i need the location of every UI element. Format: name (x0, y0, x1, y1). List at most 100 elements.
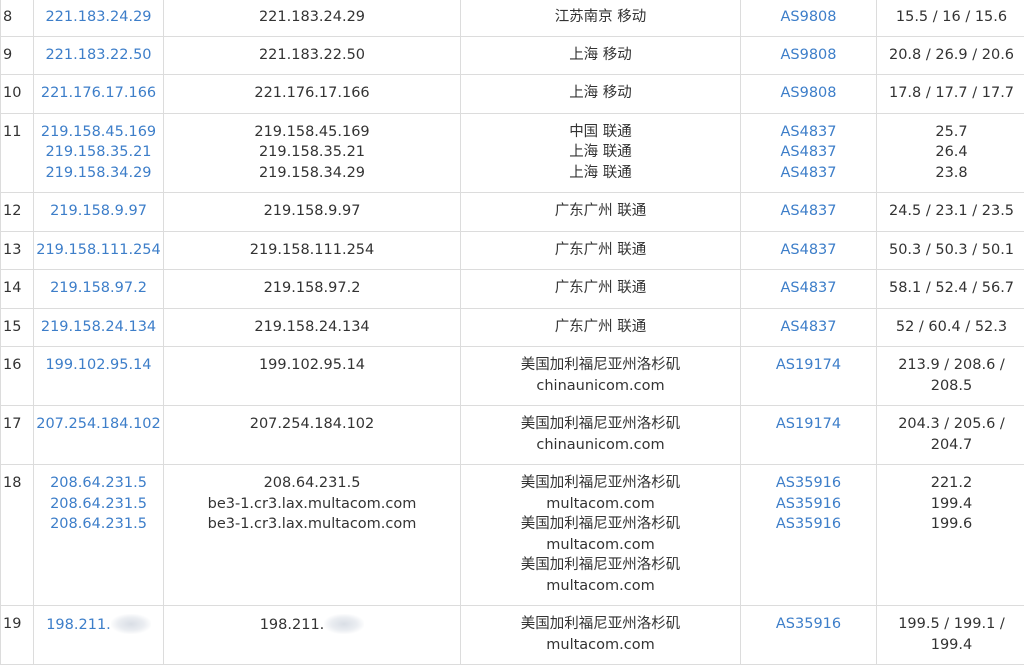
latency: 25.7 (877, 122, 1024, 143)
latency: 208.5 (877, 376, 1024, 397)
hostname-text: 219.158.111.254 (250, 242, 375, 258)
as-link[interactable]: AS4837 (741, 142, 876, 163)
latency: 52 / 60.4 / 52.3 (877, 317, 1024, 338)
as-link-text: AS35916 (776, 516, 841, 532)
ip-link[interactable]: 219.158.45.169 (34, 122, 163, 143)
hop-number-cell: 13 (1, 231, 34, 270)
ip-link[interactable]: 221.183.24.29 (34, 7, 163, 28)
redacted-blur (111, 614, 151, 634)
location-text: 广东广州 联通 (555, 242, 647, 258)
ip-link[interactable]: 208.64.231.5 (34, 473, 163, 494)
ip-link[interactable]: 199.102.95.14 (34, 355, 163, 376)
table-row: 11219.158.45.169219.158.35.21219.158.34.… (1, 113, 1024, 193)
hop-number-cell: 16 (1, 347, 34, 406)
as-link[interactable]: AS35916 (741, 614, 876, 635)
ip-link[interactable]: 219.158.34.29 (34, 163, 163, 184)
hop-number: 15 (3, 317, 33, 338)
latency-text: 25.7 (935, 124, 967, 140)
as-link[interactable]: AS4837 (741, 201, 876, 222)
location-text: 上海 移动 (569, 47, 632, 63)
ip-link[interactable]: 221.176.17.166 (34, 83, 163, 104)
latency-text: 20.8 / 26.9 / 20.6 (889, 47, 1014, 63)
ip-link[interactable]: 208.64.231.5 (34, 494, 163, 515)
hop-number: 9 (3, 45, 33, 66)
location-text: 中国 联通 (569, 124, 632, 140)
latency-cell: 221.2199.4199.6 (877, 465, 1024, 606)
location: multacom.com (461, 494, 740, 515)
as-link-text: AS4837 (780, 203, 836, 219)
ip-link[interactable]: 219.158.24.134 (34, 317, 163, 338)
latency: 17.8 / 17.7 / 17.7 (877, 83, 1024, 104)
as-link[interactable]: AS4837 (741, 122, 876, 143)
as-link-text: AS4837 (780, 319, 836, 335)
location-text: multacom.com (546, 496, 654, 512)
location: 美国加利福尼亚州洛杉矶 (461, 414, 740, 435)
as-link-text: AS9808 (780, 9, 836, 25)
location-text: 广东广州 联通 (555, 280, 647, 296)
location-text: 美国加利福尼亚州洛杉矶 (521, 416, 681, 432)
hop-number-cell: 14 (1, 270, 34, 309)
location-text: 上海 联通 (569, 165, 632, 181)
latency-cell: 199.5 / 199.1 /199.4 (877, 606, 1024, 665)
as-link[interactable]: AS19174 (741, 355, 876, 376)
hostname-cell: 198.211. (164, 606, 461, 665)
as-link-cell: AS9808 (741, 75, 877, 114)
as-link[interactable]: AS9808 (741, 83, 876, 104)
hop-number: 17 (3, 414, 33, 435)
ip-link[interactable]: 219.158.97.2 (34, 278, 163, 299)
hostname-text: be3-1.cr3.lax.multacom.com (208, 496, 417, 512)
ip-link-cell: 208.64.231.5208.64.231.5208.64.231.5 (34, 465, 164, 606)
as-link-text: AS4837 (780, 144, 836, 160)
ip-link[interactable]: 221.183.22.50 (34, 45, 163, 66)
latency-text: 199.5 / 199.1 / (898, 616, 1005, 632)
latency-text: 221.2 (931, 475, 973, 491)
location-text: 美国加利福尼亚州洛杉矶 (521, 557, 681, 573)
hostname-cell: 219.158.97.2 (164, 270, 461, 309)
as-link[interactable]: AS35916 (741, 514, 876, 535)
hop-number: 12 (3, 201, 33, 222)
latency-cell: 17.8 / 17.7 / 17.7 (877, 75, 1024, 114)
as-link[interactable]: AS19174 (741, 414, 876, 435)
location: chinaunicom.com (461, 376, 740, 397)
hostname: be3-1.cr3.lax.multacom.com (164, 514, 460, 535)
ip-link[interactable]: 207.254.184.102 (34, 414, 163, 435)
as-link[interactable]: AS4837 (741, 278, 876, 299)
location-text: 美国加利福尼亚州洛杉矶 (521, 516, 681, 532)
as-link-text: AS4837 (780, 242, 836, 258)
ip-link[interactable]: 198.211. (34, 614, 163, 636)
ip-link-text: 219.158.111.254 (36, 242, 161, 258)
latency-cell: 24.5 / 23.1 / 23.5 (877, 193, 1024, 232)
location-text: 广东广州 联通 (555, 203, 647, 219)
ip-link[interactable]: 219.158.35.21 (34, 142, 163, 163)
hostname-text: 219.158.34.29 (259, 165, 365, 181)
hostname: 219.158.45.169 (164, 122, 460, 143)
as-link[interactable]: AS35916 (741, 473, 876, 494)
as-link[interactable]: AS9808 (741, 45, 876, 66)
location-cell: 上海 移动 (461, 36, 741, 75)
hop-number-cell: 9 (1, 36, 34, 75)
ip-link-cell: 199.102.95.14 (34, 347, 164, 406)
hostname-text: be3-1.cr3.lax.multacom.com (208, 516, 417, 532)
as-link[interactable]: AS4837 (741, 317, 876, 338)
ip-link[interactable]: 219.158.9.97 (34, 201, 163, 222)
ip-link[interactable]: 208.64.231.5 (34, 514, 163, 535)
ip-link[interactable]: 219.158.111.254 (34, 240, 163, 261)
ip-link-text: 221.176.17.166 (41, 85, 156, 101)
hop-number-cell: 17 (1, 406, 34, 465)
table-row: 15219.158.24.134219.158.24.134广东广州 联通AS4… (1, 308, 1024, 347)
latency: 15.5 / 16 / 15.6 (877, 7, 1024, 28)
as-link-cell: AS9808 (741, 36, 877, 75)
as-link[interactable]: AS4837 (741, 163, 876, 184)
ip-link-cell: 219.158.111.254 (34, 231, 164, 270)
hostname: 219.158.111.254 (164, 240, 460, 261)
as-link[interactable]: AS4837 (741, 240, 876, 261)
hop-number: 10 (3, 83, 33, 104)
hop-number-cell: 8 (1, 0, 34, 36)
as-link[interactable]: AS35916 (741, 494, 876, 515)
location: 广东广州 联通 (461, 201, 740, 222)
as-link-text: AS9808 (780, 85, 836, 101)
location-cell: 中国 联通上海 联通上海 联通 (461, 113, 741, 193)
location: 美国加利福尼亚州洛杉矶 (461, 514, 740, 535)
hostname-text: 221.183.24.29 (259, 9, 365, 25)
as-link[interactable]: AS9808 (741, 7, 876, 28)
